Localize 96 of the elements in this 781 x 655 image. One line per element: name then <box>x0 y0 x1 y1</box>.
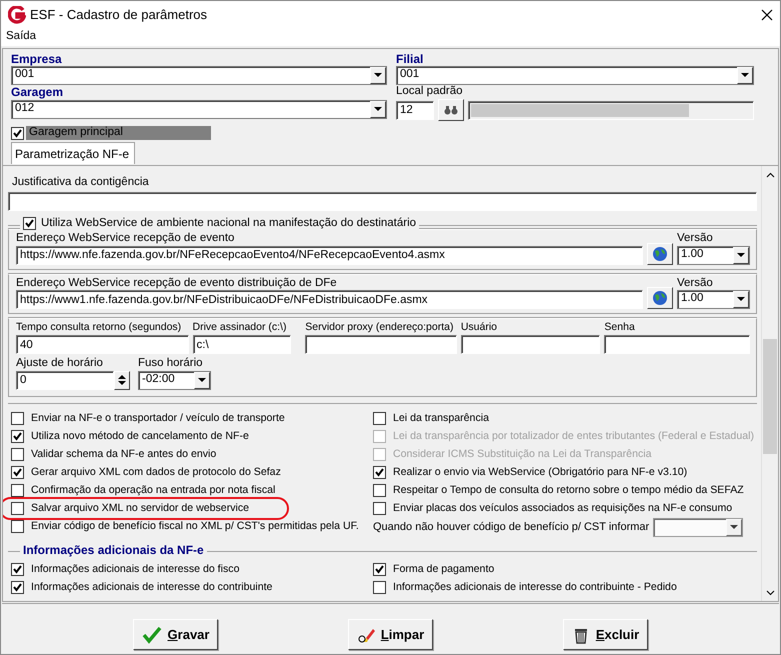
globe-icon <box>652 290 668 306</box>
caret-icon <box>737 67 753 84</box>
text-field[interactable] <box>305 335 457 354</box>
checkbox-label: Utiliza WebService de ambiente nacional na manifestação do destinatário <box>41 216 416 231</box>
caret-icon <box>733 291 749 308</box>
field-label: Versão <box>677 276 714 290</box>
checkbox-label: Respeitar o Tempo de consulta do retorno sobre o tempo médio da SEFAZ <box>393 485 744 497</box>
caret-icon <box>733 246 749 264</box>
checkbox[interactable] <box>373 466 386 480</box>
caret-icon <box>194 372 210 389</box>
section-title: Informações adicionais da NF-e <box>23 542 204 558</box>
field-label: Garagem <box>11 85 64 100</box>
checkbox-label: Enviar placas dos veículos associados as requisições na NF-e consumo <box>393 503 732 515</box>
field-label: Ajuste de horário <box>16 357 104 371</box>
field-label: Local padrão <box>396 85 464 100</box>
dropdown[interactable]: 001 <box>396 66 754 86</box>
search-button[interactable] <box>438 99 464 122</box>
checkbox-label: Confirmação da operação na entrada por nota fiscal <box>31 485 276 497</box>
text-field[interactable] <box>604 335 750 354</box>
checkbox-label: Considerar ICMS Substituição na Lei da Transparência <box>393 449 652 461</box>
check-icon <box>142 626 162 644</box>
text-field[interactable]: 12 <box>396 100 434 120</box>
text-field[interactable]: 0 <box>16 370 114 390</box>
checkbox-label: Enviar na NF-e o transportador / veículo de transporte <box>31 413 285 425</box>
checkbox[interactable] <box>11 466 24 480</box>
checkbox-label: Lei da transparência por totalizador de entes tributantes (Federal e Estadual) <box>393 431 754 443</box>
checkbox[interactable] <box>23 217 36 230</box>
caret-icon <box>370 100 386 118</box>
checkbox-label: Validar schema da NF-e antes do envio <box>31 449 216 461</box>
dropdown[interactable]: 1.00 <box>677 290 750 310</box>
scroll-thumb[interactable] <box>763 339 777 454</box>
checkbox-label: Realizar o envio via WebService (Obrigatório para NF-e v3.10) <box>393 467 688 479</box>
checkbox[interactable] <box>373 412 386 426</box>
checkbox[interactable] <box>373 502 386 516</box>
text-field[interactable] <box>8 192 757 211</box>
window-title: ESF - Cadastro de parâmetros <box>30 7 208 23</box>
field-label: Tempo consulta retorno (segundos) <box>16 321 182 334</box>
field-label: Drive assinador (c:\) <box>192 321 286 334</box>
checkbox[interactable] <box>11 502 24 516</box>
tab[interactable]: Parametrização NF-e <box>11 142 136 164</box>
checkbox[interactable] <box>11 430 24 444</box>
field-label: Fuso horário <box>138 357 204 371</box>
close-icon[interactable] <box>761 9 773 21</box>
spinner-icon[interactable] <box>114 370 130 390</box>
checkbox[interactable] <box>11 520 24 534</box>
delete-button[interactable]: Excluir <box>563 619 648 650</box>
dropdown[interactable]: 012 <box>11 100 387 119</box>
field-label: Endereço WebService recepção de evento <box>16 232 236 246</box>
text-field[interactable]: c:\ <box>192 335 292 354</box>
checkbox[interactable] <box>11 484 24 498</box>
checkbox-label: Informações adicionais de interesse do fisco <box>31 564 240 576</box>
dropdown[interactable]: -02:00 <box>138 370 211 390</box>
checkbox-label: Lei da transparência <box>393 413 489 425</box>
menu-item[interactable]: Saída <box>6 30 36 42</box>
text-field[interactable]: 40 <box>16 335 189 354</box>
globe-button[interactable] <box>647 287 673 310</box>
checkbox-label: Forma de pagamento <box>393 564 494 576</box>
dropdown[interactable]: 001 <box>11 66 387 86</box>
clear-button[interactable]: Limpar <box>348 619 433 650</box>
field-label: Senha <box>604 321 635 334</box>
dropdown[interactable]: 1.00 <box>677 246 750 265</box>
field-label: Filial <box>396 52 424 66</box>
save-button[interactable]: Gravar <box>133 619 218 650</box>
dropdown[interactable] <box>653 518 744 537</box>
field-label: Versão <box>677 232 714 246</box>
checkbox-label: Enviar código de benefício fiscal no XML p/ CST's permitidas pela UF. <box>31 521 359 533</box>
field-label: Usuário <box>460 321 497 334</box>
app-logo-icon <box>8 6 26 24</box>
checkbox-label: Garagem principal <box>26 126 211 140</box>
checkbox[interactable] <box>11 412 24 426</box>
checkbox[interactable] <box>11 448 24 462</box>
globe-button[interactable] <box>647 242 673 265</box>
scrollbar[interactable] <box>761 166 778 601</box>
checkbox[interactable] <box>11 581 24 594</box>
checkbox-label: Salvar arquivo XML no servidor de webservice <box>31 503 250 515</box>
caret-icon <box>370 67 386 84</box>
field-label: Quando não houver código de benefício p/ CST informar <box>373 521 650 534</box>
field-label: Empresa <box>11 52 63 66</box>
checkbox[interactable] <box>373 563 386 576</box>
text-field[interactable]: https://www.nfe.fazenda.gov.br/NFeRecepcaoEvento4/NFeRecepcaoEvento4.asmx <box>16 246 643 265</box>
checkbox-label: Informações adicionais de interesse do contribuinte - Pedido <box>393 582 677 594</box>
checkbox[interactable] <box>373 484 386 498</box>
globe-icon <box>652 246 668 262</box>
text-field[interactable]: https://www1.nfe.fazenda.gov.br/NFeDistribuicaoDFe/NFeDistribuicaoDFe.asmx <box>16 290 643 310</box>
checkbox-label: Utiliza novo método de cancelamento de NF-e <box>31 431 249 443</box>
checkbox-label: Informações adicionais de interesse do contribuinte <box>31 582 272 594</box>
checkbox[interactable] <box>11 563 24 576</box>
text-field[interactable] <box>460 335 600 354</box>
checkbox[interactable] <box>11 126 24 140</box>
checkbox[interactable] <box>373 581 386 594</box>
field-label: Servidor proxy (endereço:porta) <box>305 321 454 334</box>
caret-icon <box>726 518 742 536</box>
checkbox-label: Gerar arquivo XML com dados de protocolo do Sefaz <box>31 467 281 479</box>
field-label: Endereço WebService recepção de evento distribuição de DFe <box>16 276 338 290</box>
field-label: Justificativa da contigência <box>11 176 150 190</box>
binoculars-icon <box>444 105 458 116</box>
